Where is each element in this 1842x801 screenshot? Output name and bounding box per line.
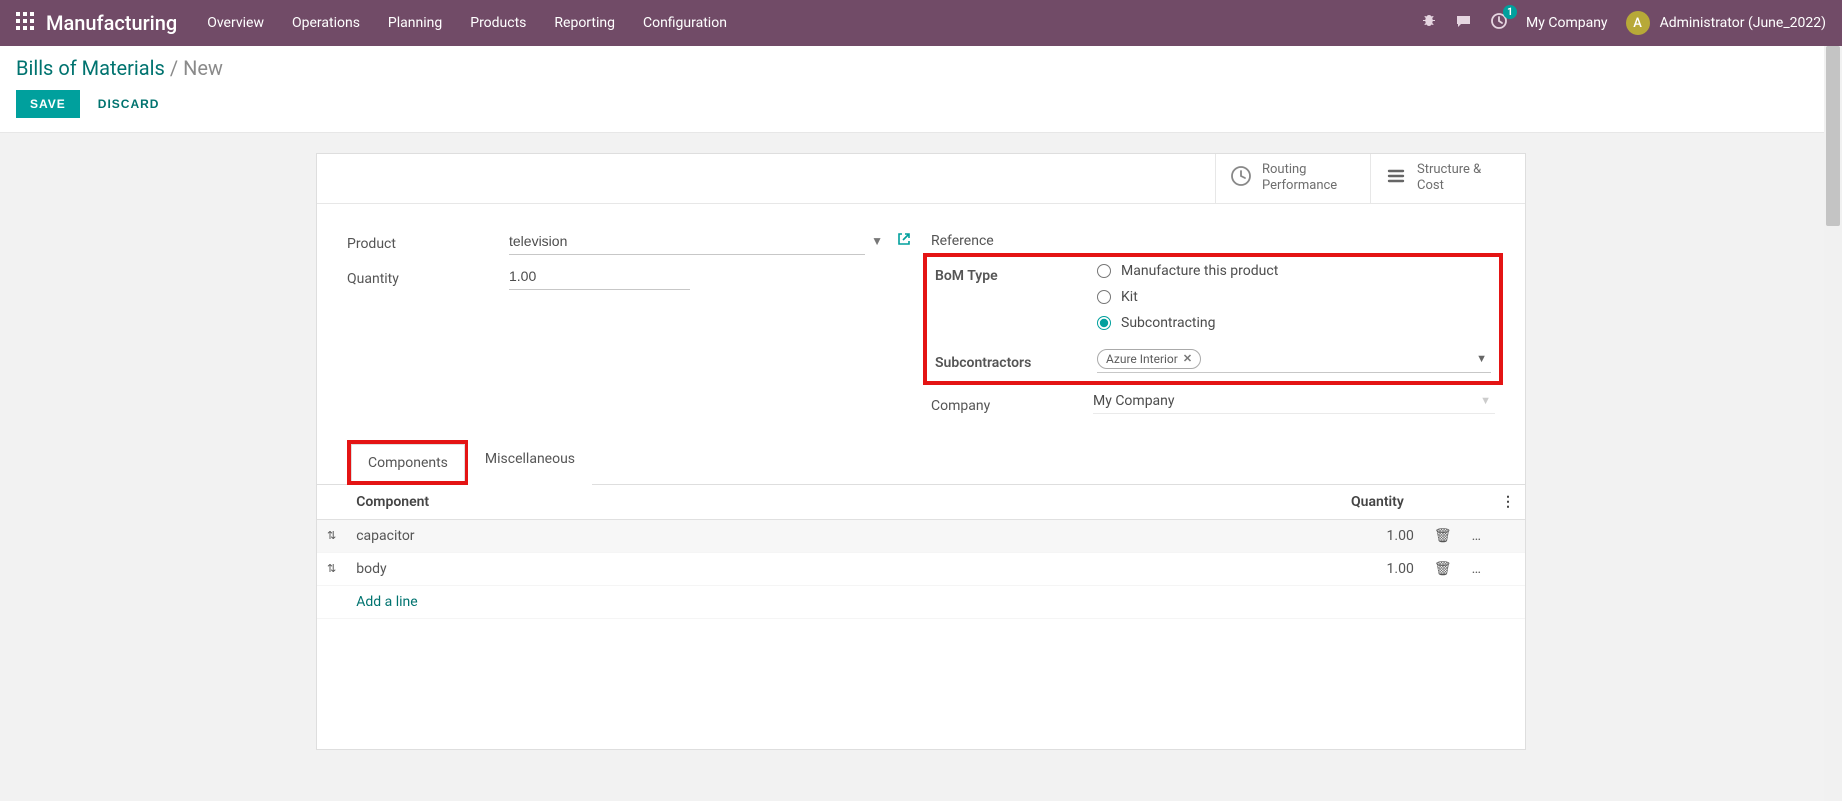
form-left-col: Product ▼ Quantity — [347, 228, 911, 422]
company-selector[interactable]: My Company — [1526, 15, 1608, 31]
stat-button-box: Routing Performance Structure & Cost — [317, 154, 1525, 204]
row-component[interactable]: capacitor — [346, 519, 916, 552]
top-nav: Manufacturing Overview Operations Planni… — [0, 0, 1842, 46]
tab-miscellaneous[interactable]: Miscellaneous — [468, 440, 592, 485]
product-dropdown-icon[interactable]: ▼ — [865, 234, 889, 248]
add-line-link[interactable]: Add a line — [356, 594, 417, 610]
reference-label: Reference — [931, 228, 1093, 249]
drag-handle-icon[interactable]: ⇅ — [317, 519, 346, 552]
routing-performance-button[interactable]: Routing Performance — [1215, 154, 1370, 203]
nav-reporting[interactable]: Reporting — [554, 15, 615, 31]
bug-icon[interactable] — [1421, 13, 1437, 33]
highlight-components-tab: Components — [347, 440, 468, 485]
user-menu[interactable]: A Administrator (June_2022) — [1626, 11, 1826, 35]
subcontractor-tag-label: Azure Interior — [1106, 352, 1178, 366]
nav-operations[interactable]: Operations — [292, 15, 360, 31]
avatar: A — [1626, 11, 1650, 35]
brand-title[interactable]: Manufacturing — [46, 11, 177, 35]
quantity-input[interactable] — [509, 263, 690, 290]
external-link-icon[interactable] — [897, 232, 911, 250]
scrollbar[interactable] — [1824, 46, 1842, 801]
notebook-tabs: Components Miscellaneous — [317, 440, 1525, 485]
components-table: Component Quantity ⋮ ⇅ capacitor 1.00 🗑 … — [317, 485, 1525, 619]
table-row[interactable]: ⇅ body 1.00 🗑 … — [317, 552, 1525, 585]
tag-remove-icon[interactable]: ✕ — [1183, 352, 1192, 365]
subcontractor-tag: Azure Interior ✕ — [1097, 349, 1201, 369]
bomtype-radio-subcontracting[interactable] — [1097, 316, 1111, 330]
structure-cost-button[interactable]: Structure & Cost — [1370, 154, 1525, 203]
table-options-icon[interactable]: ⋮ — [1491, 485, 1525, 520]
row-quantity[interactable]: 1.00 — [916, 519, 1424, 552]
clock-icon — [1230, 165, 1252, 191]
subcontractors-field[interactable]: Azure Interior ✕ ▼ — [1097, 349, 1491, 373]
delete-row-icon[interactable]: 🗑 — [1424, 519, 1462, 552]
col-component[interactable]: Component — [346, 485, 916, 520]
subcontractors-dropdown-icon[interactable]: ▼ — [1476, 352, 1491, 365]
action-bar: Bills of Materials / New SAVE DISCARD — [0, 46, 1842, 133]
bomtype-label: BoM Type — [935, 263, 1097, 284]
list-icon — [1385, 165, 1407, 191]
activity-icon[interactable]: 1 — [1490, 12, 1508, 34]
company-label: Company — [931, 393, 1093, 414]
user-name: Administrator (June_2022) — [1660, 15, 1826, 31]
breadcrumb: Bills of Materials / New — [16, 56, 1826, 80]
bomtype-radio-manufacture[interactable] — [1097, 264, 1111, 278]
row-more-icon[interactable]: … — [1462, 519, 1491, 552]
bomtype-option-kit[interactable]: Kit — [1121, 289, 1138, 305]
breadcrumb-sep: / — [170, 56, 178, 80]
save-button[interactable]: SAVE — [16, 90, 80, 118]
row-more-icon[interactable]: … — [1462, 552, 1491, 585]
row-quantity[interactable]: 1.00 — [916, 552, 1424, 585]
nav-planning[interactable]: Planning — [388, 15, 442, 31]
bomtype-option-manufacture[interactable]: Manufacture this product — [1121, 263, 1278, 279]
subcontractors-label: Subcontractors — [935, 350, 1097, 371]
product-label: Product — [347, 231, 509, 252]
form-right-col: Reference BoM Type Manufacture this prod… — [931, 228, 1495, 422]
scrollbar-thumb[interactable] — [1826, 46, 1840, 226]
activity-badge: 1 — [1503, 5, 1517, 19]
bomtype-radio-kit[interactable] — [1097, 290, 1111, 304]
routing-performance-label: Routing Performance — [1262, 162, 1337, 195]
tab-components[interactable]: Components — [351, 444, 465, 481]
company-field[interactable]: My Company ▼ — [1093, 393, 1495, 414]
table-row[interactable]: ⇅ capacitor 1.00 🗑 … — [317, 519, 1525, 552]
delete-row-icon[interactable]: 🗑 — [1424, 552, 1462, 585]
col-quantity[interactable]: Quantity — [916, 485, 1424, 520]
bomtype-option-subcontracting[interactable]: Subcontracting — [1121, 315, 1216, 331]
nav-menu: Overview Operations Planning Products Re… — [207, 15, 727, 31]
nav-products[interactable]: Products — [470, 15, 526, 31]
structure-cost-label: Structure & Cost — [1417, 162, 1481, 195]
row-component[interactable]: body — [346, 552, 916, 585]
breadcrumb-current: New — [183, 56, 223, 80]
drag-handle-icon[interactable]: ⇅ — [317, 552, 346, 585]
form-card: Routing Performance Structure & Cost Pro… — [316, 153, 1526, 750]
nav-right: 1 My Company A Administrator (June_2022) — [1421, 11, 1826, 35]
product-input[interactable] — [509, 228, 865, 255]
chat-icon[interactable] — [1455, 13, 1472, 34]
company-value: My Company — [1093, 393, 1175, 409]
highlight-bomtype-section: BoM Type Manufacture this product Kit — [923, 253, 1503, 385]
breadcrumb-root[interactable]: Bills of Materials — [16, 56, 165, 80]
company-dropdown-icon[interactable]: ▼ — [1480, 394, 1495, 407]
nav-configuration[interactable]: Configuration — [643, 15, 727, 31]
apps-icon[interactable] — [16, 12, 34, 34]
discard-button[interactable]: DISCARD — [98, 97, 160, 111]
quantity-label: Quantity — [347, 266, 509, 287]
nav-overview[interactable]: Overview — [207, 15, 264, 31]
